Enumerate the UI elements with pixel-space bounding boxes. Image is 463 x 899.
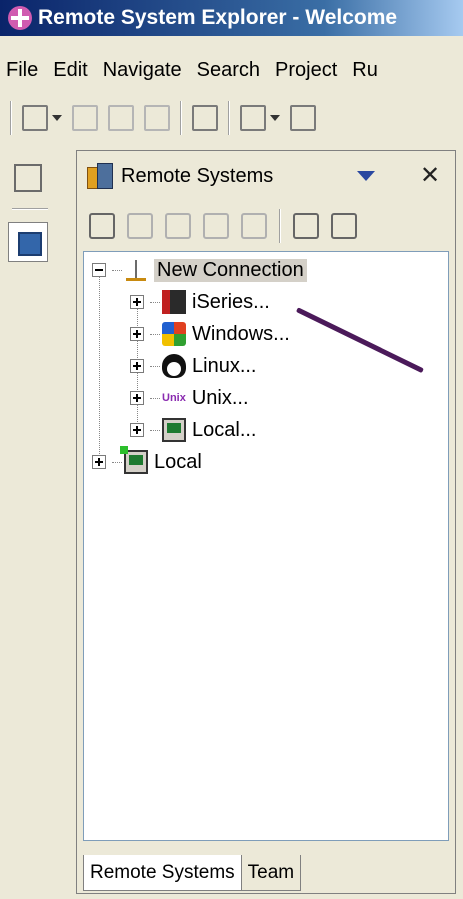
tree-item-label: iSeries... <box>192 290 270 313</box>
forward-icon[interactable] <box>203 213 229 239</box>
tree-item-local[interactable]: Local <box>92 446 202 478</box>
menu-run[interactable]: Ru <box>346 59 387 82</box>
window-title: Remote System Explorer - Welcome <box>38 6 398 29</box>
menu-bar: File Edit Navigate Search Project Ru <box>0 52 463 88</box>
tree-connector <box>150 429 160 431</box>
tree-item-label: New Connection <box>154 258 307 282</box>
tab-remote-systems[interactable]: Remote Systems <box>83 855 242 891</box>
collapse-icon[interactable] <box>92 263 106 277</box>
perspective-separator <box>12 208 48 210</box>
unix-icon: Unix <box>162 392 186 404</box>
debug-icon[interactable] <box>240 105 266 131</box>
tree-item-windows[interactable]: Windows... <box>130 318 290 350</box>
expand-icon[interactable] <box>130 295 144 309</box>
menu-file[interactable]: File <box>0 59 47 82</box>
tree-item-local-child[interactable]: Local... <box>130 414 256 446</box>
link-with-editor-icon[interactable] <box>331 213 357 239</box>
expand-icon[interactable] <box>92 455 106 469</box>
local-connection-icon <box>120 446 148 474</box>
refresh-icon[interactable] <box>127 213 153 239</box>
tree-item-label: Local <box>154 450 202 473</box>
tree-item-iseries[interactable]: iSeries... <box>130 286 270 318</box>
toolbar-separator <box>228 101 230 135</box>
remote-systems-view: Remote Systems ✕ New Connection iSeries.… <box>76 150 456 894</box>
windows-icon <box>162 322 186 346</box>
connection-icon <box>124 258 148 282</box>
expand-icon[interactable] <box>130 327 144 341</box>
toolbar-separator <box>279 209 281 243</box>
open-perspective-icon[interactable] <box>14 164 42 192</box>
tree-connector <box>150 333 160 335</box>
expand-icon[interactable] <box>130 359 144 373</box>
tree-item-label: Windows... <box>192 322 290 345</box>
save-all-icon[interactable] <box>108 105 134 131</box>
expand-icon[interactable] <box>130 423 144 437</box>
view-menu-icon[interactable] <box>357 171 375 181</box>
tree-connector <box>150 365 160 367</box>
tree-item-new-connection[interactable]: New Connection <box>92 254 307 286</box>
tab-team[interactable]: Team <box>241 855 302 891</box>
file-icon[interactable] <box>192 105 218 131</box>
linux-penguin-icon <box>162 354 186 378</box>
print-icon[interactable] <box>144 105 170 131</box>
remote-systems-perspective-icon[interactable] <box>8 222 48 262</box>
tree-item-label: Local... <box>192 418 257 441</box>
rse-perspective-icon <box>8 6 32 30</box>
iseries-icon <box>162 290 186 314</box>
expand-icon[interactable] <box>130 391 144 405</box>
save-icon[interactable] <box>72 105 98 131</box>
tree-connector <box>112 461 122 463</box>
perspective-bar <box>0 150 62 899</box>
remote-systems-icon <box>87 163 113 189</box>
tree-connector <box>112 269 122 271</box>
new-wizard-icon[interactable] <box>22 105 48 131</box>
tree-connector <box>150 397 160 399</box>
title-bar: Remote System Explorer - Welcome <box>0 0 463 36</box>
main-toolbar <box>0 96 463 140</box>
tree-item-unix[interactable]: Unix Unix... <box>130 382 249 414</box>
connection-tree[interactable]: New Connection iSeries... Windows... Lin… <box>83 251 449 841</box>
debug-dropdown-icon[interactable] <box>270 115 280 121</box>
toolbar-separator <box>180 101 182 135</box>
toolbar-separator <box>10 101 12 135</box>
local-computer-icon <box>162 418 186 442</box>
tree-item-linux[interactable]: Linux... <box>130 350 256 382</box>
tree-connector <box>99 272 100 460</box>
view-header: Remote Systems ✕ <box>77 151 455 201</box>
view-toolbar <box>77 201 455 251</box>
menu-search[interactable]: Search <box>191 59 269 82</box>
menu-navigate[interactable]: Navigate <box>97 59 191 82</box>
tree-item-label: Unix... <box>191 386 249 409</box>
menu-project[interactable]: Project <box>269 59 346 82</box>
view-title: Remote Systems <box>121 164 274 187</box>
back-icon[interactable] <box>165 213 191 239</box>
menu-edit[interactable]: Edit <box>47 59 96 82</box>
collapse-all-icon[interactable] <box>293 213 319 239</box>
close-view-button[interactable]: ✕ <box>415 159 445 193</box>
tree-connector <box>150 301 160 303</box>
tree-item-label: Linux... <box>192 354 257 377</box>
run-icon[interactable] <box>290 105 316 131</box>
up-icon[interactable] <box>241 213 267 239</box>
new-connection-icon[interactable] <box>89 213 115 239</box>
new-dropdown-icon[interactable] <box>52 115 62 121</box>
view-tabs: Remote Systems Team <box>83 855 302 891</box>
